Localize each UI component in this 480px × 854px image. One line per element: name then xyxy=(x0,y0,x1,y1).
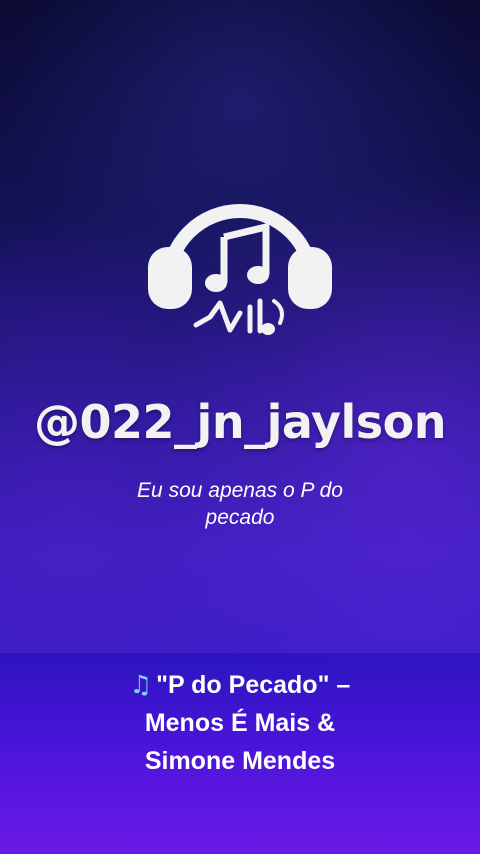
caption-line-title: ♫ "P do Pecado" – xyxy=(60,666,420,704)
headphones-music-logo-icon xyxy=(148,204,332,335)
song-title: "P do Pecado" – xyxy=(156,671,351,699)
caption-line-artist-2: Simone Mendes xyxy=(144,747,336,775)
caption-line-artists: Menos É Mais & xyxy=(144,709,336,737)
musical-notes-icon: ♫ xyxy=(129,670,153,699)
video-frame: @022_jn_jaylson Eu sou apenas o P do pec… xyxy=(0,0,480,854)
profile-handle: @022_jn_jaylson xyxy=(34,395,446,449)
song-caption: ♫ "P do Pecado" – Menos É Mais & Simone M… xyxy=(60,666,420,780)
profile-bio: Eu sou apenas o P do pecado xyxy=(137,479,343,529)
